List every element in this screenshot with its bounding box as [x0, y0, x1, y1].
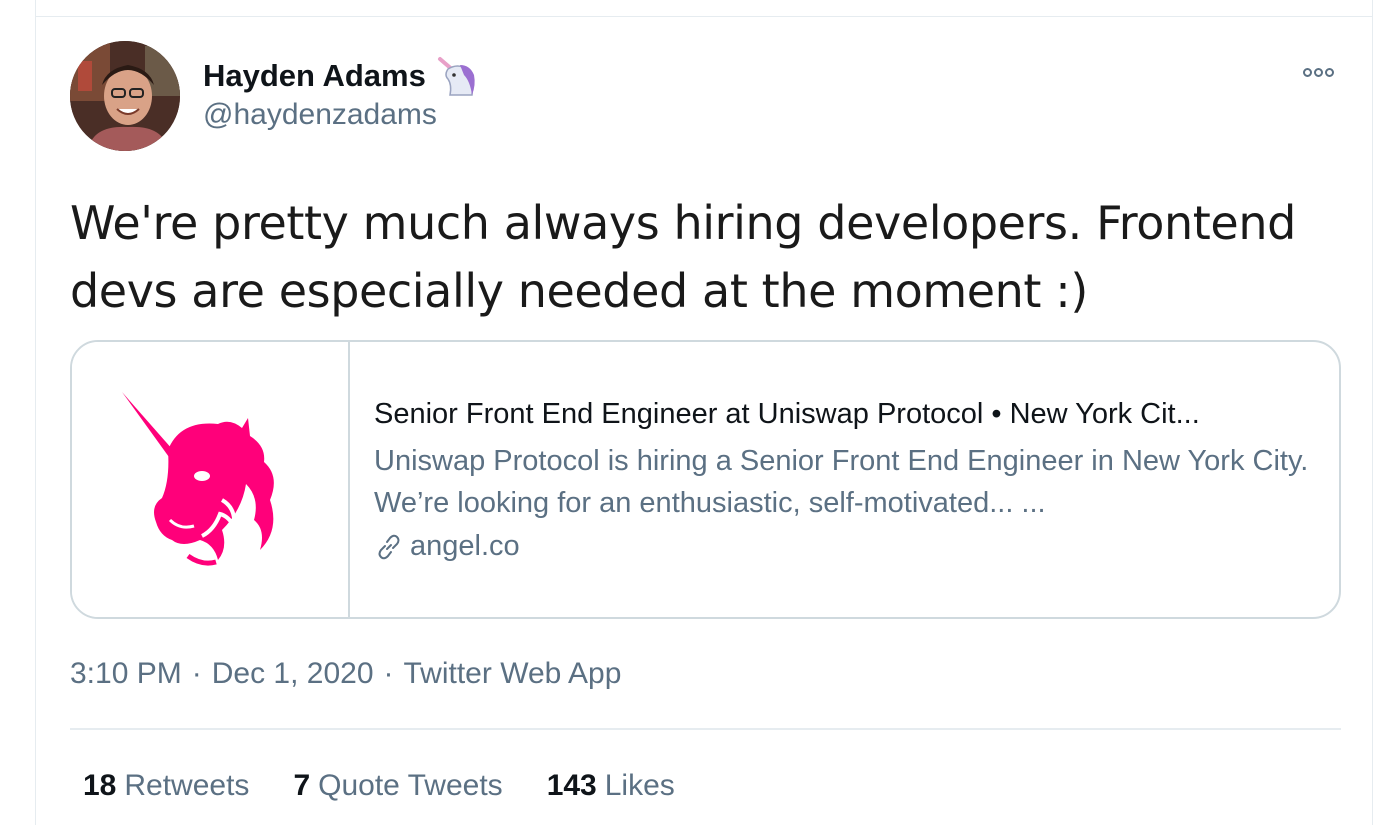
avatar-photo	[70, 41, 180, 151]
engagement-stats: 18 Retweets 7 Quote Tweets 143 Likes	[83, 769, 675, 803]
retweets-label: Retweets	[124, 769, 250, 802]
card-body: Senior Front End Engineer at Uniswap Pro…	[350, 342, 1339, 617]
avatar[interactable]	[70, 41, 180, 151]
likes-stat[interactable]: 143 Likes	[547, 769, 675, 803]
card-domain: angel.co	[374, 530, 1315, 563]
more-dot-icon	[1313, 67, 1323, 77]
tweet-meta: 3:10 PM · Dec 1, 2020 · Twitter Web App	[70, 657, 621, 691]
tweet-text: We're pretty much always hiring develope…	[70, 196, 1296, 318]
previous-tweet-edge	[35, 0, 1373, 17]
likes-label: Likes	[604, 769, 675, 802]
link-preview-card[interactable]: Senior Front End Engineer at Uniswap Pro…	[70, 340, 1341, 619]
author-handle[interactable]: @haydenzadams	[203, 98, 437, 132]
more-options-button[interactable]	[1298, 61, 1338, 83]
tweet-source[interactable]: Twitter Web App	[404, 657, 622, 691]
retweets-count: 18	[83, 769, 117, 802]
meta-separator: ·	[191, 657, 202, 690]
uniswap-unicorn-logo	[122, 391, 274, 566]
divider	[70, 728, 1341, 730]
card-description: Uniswap Protocol is hiring a Senior Fron…	[374, 445, 1309, 519]
quote-tweets-count: 7	[293, 769, 311, 802]
likes-count: 143	[546, 769, 597, 802]
author-name[interactable]: Hayden Adams	[203, 55, 478, 97]
meta-separator: ·	[383, 657, 394, 690]
card-title: Senior Front End Engineer at Uniswap Pro…	[374, 398, 1200, 430]
tweet-detail: Hayden Adams @haydenzadams We're pretty …	[35, 17, 1373, 825]
link-icon	[378, 534, 400, 559]
unicorn-emoji-icon	[437, 57, 475, 96]
more-dot-icon	[1324, 67, 1334, 77]
card-image	[72, 342, 350, 617]
tweet-time[interactable]: 3:10 PM	[70, 657, 182, 691]
author-name-text: Hayden Adams	[203, 58, 426, 93]
card-domain-text: angel.co	[410, 530, 520, 562]
retweets-stat[interactable]: 18 Retweets	[83, 769, 249, 803]
more-dot-icon	[1302, 67, 1312, 77]
tweet-date[interactable]: Dec 1, 2020	[212, 657, 374, 691]
quote-tweets-stat[interactable]: 7 Quote Tweets	[293, 769, 502, 803]
quote-tweets-label: Quote Tweets	[318, 769, 503, 802]
